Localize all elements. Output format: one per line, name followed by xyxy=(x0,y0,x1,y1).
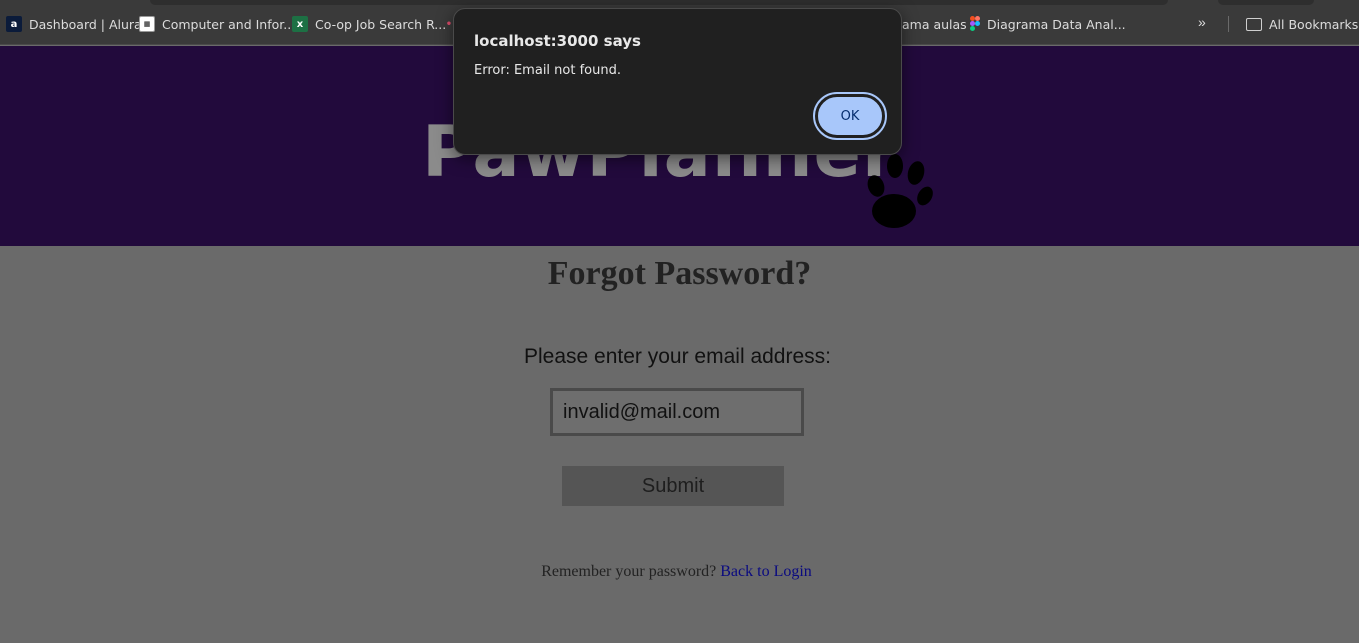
bookmark-label: ama aulas xyxy=(902,16,967,32)
ok-button[interactable]: OK xyxy=(813,92,887,140)
all-bookmarks-label: All Bookmarks xyxy=(1269,16,1359,32)
double-chevron-icon[interactable]: » xyxy=(1198,14,1206,30)
dialog-title: localhost:3000 says xyxy=(474,32,641,50)
bookmark-label: Computer and Infor... xyxy=(162,16,296,32)
back-to-login-link[interactable]: Back to Login xyxy=(720,563,812,580)
paw-icon xyxy=(867,154,933,228)
bookmark-alura[interactable]: a Dashboard | Alura xyxy=(6,14,142,34)
bookmark-icon: • xyxy=(445,18,453,30)
bookmark-coop-job-search[interactable]: x Co-op Job Search R... xyxy=(292,14,446,34)
all-bookmarks-button[interactable]: All Bookmarks xyxy=(1246,14,1358,34)
email-prompt: Please enter your email address: xyxy=(524,345,831,368)
figma-icon xyxy=(970,16,980,32)
bookmark-label: Diagrama Data Anal... xyxy=(987,16,1126,32)
submit-button[interactable]: Submit xyxy=(562,466,784,506)
bookmark-diagrama[interactable]: Diagrama Data Anal... xyxy=(970,14,1126,34)
remember-line: Remember your password? Back to Login xyxy=(0,563,1353,581)
alert-dialog: localhost:3000 says Error: Email not fou… xyxy=(453,8,902,155)
bookmark-partial[interactable]: • xyxy=(445,14,453,34)
page-title: Forgot Password? xyxy=(547,255,812,292)
divider xyxy=(1228,16,1229,32)
bookmark-label: Co-op Job Search R... xyxy=(315,16,447,32)
address-bar-edge xyxy=(150,0,1168,5)
remember-text: Remember your password? xyxy=(541,563,717,580)
cs-icon: ▦ xyxy=(139,16,155,32)
email-field[interactable] xyxy=(550,388,804,436)
bookmark-computer-info[interactable]: ▦ Computer and Infor... xyxy=(139,14,295,34)
bookmark-label: Dashboard | Alura xyxy=(29,16,142,32)
excel-icon: x xyxy=(292,16,308,32)
bookmark-aulas[interactable]: ama aulas xyxy=(902,14,967,34)
dialog-message: Error: Email not found. xyxy=(474,63,621,78)
folder-icon xyxy=(1246,17,1262,31)
alura-icon: a xyxy=(6,16,22,32)
toolbar-edge xyxy=(1218,0,1314,5)
